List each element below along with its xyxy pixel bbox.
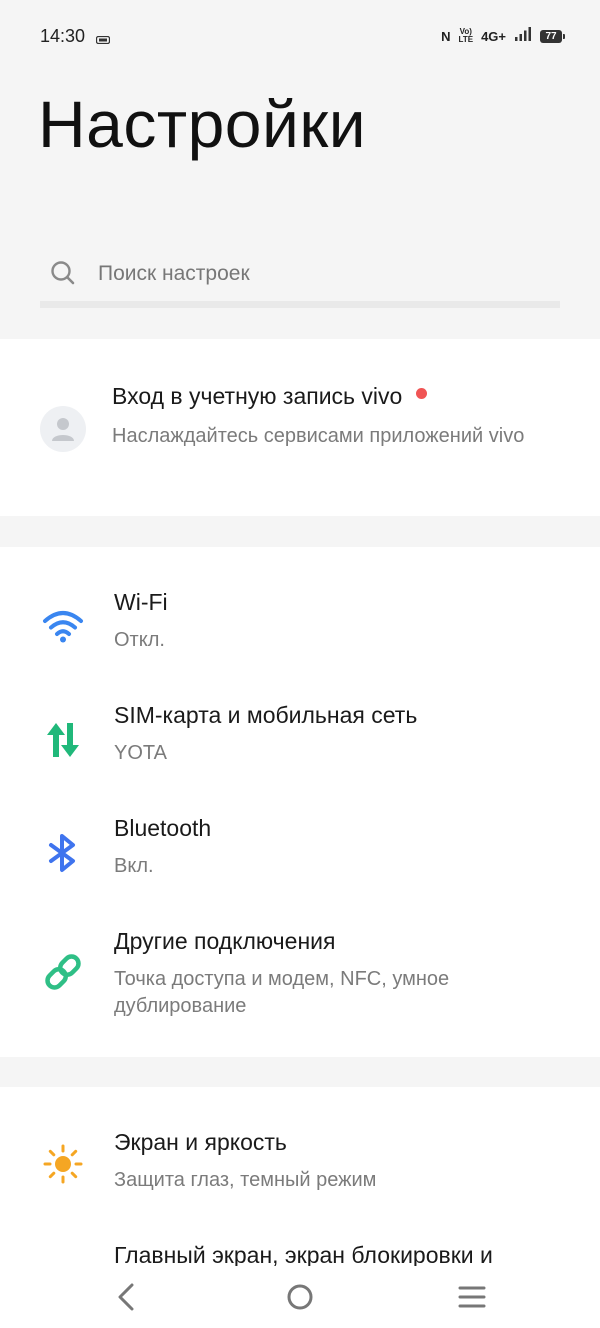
wifi-status: Откл.: [114, 629, 165, 651]
account-title: Вход в учетную запись vivo: [112, 383, 428, 410]
settings-item-sim[interactable]: SIM-карта и мобильная сеть YOTA: [0, 690, 600, 800]
mobile-data-icon: [42, 719, 84, 761]
signal-icon: [514, 26, 532, 47]
search-input[interactable]: Поиск настроек: [40, 248, 560, 308]
network-type: 4G+: [481, 28, 506, 44]
battery-icon: 77: [540, 29, 565, 43]
account-card[interactable]: Вход в учетную запись vivo Наслаждайтесь…: [0, 339, 600, 516]
display-subtitle: Защита глаз, темный режим: [114, 1169, 377, 1191]
settings-item-home-screen[interactable]: Главный экран, экран блокировки и: [0, 1230, 600, 1270]
display-title: Экран и яркость: [114, 1129, 287, 1155]
search-icon: [50, 260, 76, 286]
notification-dot: [416, 388, 428, 399]
account-subtitle: Наслаждайтесь сервисами приложений vivo: [112, 425, 525, 447]
bluetooth-title: Bluetooth: [114, 815, 212, 841]
sim-title: SIM-карта и мобильная сеть: [114, 702, 418, 728]
bluetooth-icon: [42, 832, 84, 874]
home-screen-title: Главный экран, экран блокировки и: [114, 1242, 493, 1268]
settings-item-wifi[interactable]: Wi-Fi Откл.: [0, 577, 600, 687]
avatar: [40, 406, 86, 452]
settings-item-bluetooth[interactable]: Bluetooth Вкл.: [0, 803, 600, 913]
status-bar: 14:30 N Vo) LTE 4G+ 77: [0, 0, 600, 72]
bluetooth-status: Вкл.: [114, 855, 154, 877]
menu-icon[interactable]: [452, 1280, 492, 1314]
wifi-title: Wi-Fi: [114, 589, 168, 615]
connections-card: Wi-Fi Откл. SIM-карта и мобильная сеть Y…: [0, 547, 600, 1057]
wifi-icon: [42, 606, 84, 648]
volte-indicator: Vo) LTE: [459, 28, 474, 44]
status-time: 14:30: [40, 26, 86, 46]
search-placeholder: Поиск настроек: [98, 262, 250, 285]
status-indicators: N Vo) LTE 4G+ 77: [441, 26, 565, 47]
account-title-text: Вход в учетную запись vivo: [112, 383, 403, 409]
nfc-icon: N: [441, 28, 451, 44]
settings-item-other-connections[interactable]: Другие подключения Точка доступа и модем…: [0, 916, 600, 1036]
page-title: Настройки: [38, 87, 367, 161]
search-underline: [40, 301, 560, 308]
sim-operator: YOTA: [114, 742, 167, 764]
other-connections-title: Другие подключения: [114, 928, 336, 954]
navigation-bar: [0, 1266, 600, 1328]
back-icon[interactable]: [106, 1280, 146, 1314]
cast-icon: [95, 31, 111, 45]
volte-bottom: LTE: [458, 35, 474, 44]
sun-icon: [42, 1143, 84, 1185]
settings-item-display[interactable]: Экран и яркость Защита глаз, темный режи…: [0, 1117, 600, 1227]
link-icon: [42, 951, 84, 993]
home-icon[interactable]: [280, 1280, 320, 1314]
other-connections-subtitle: Точка доступа и модем, NFC, умное дублир…: [114, 968, 450, 1017]
person-icon: [52, 418, 74, 441]
